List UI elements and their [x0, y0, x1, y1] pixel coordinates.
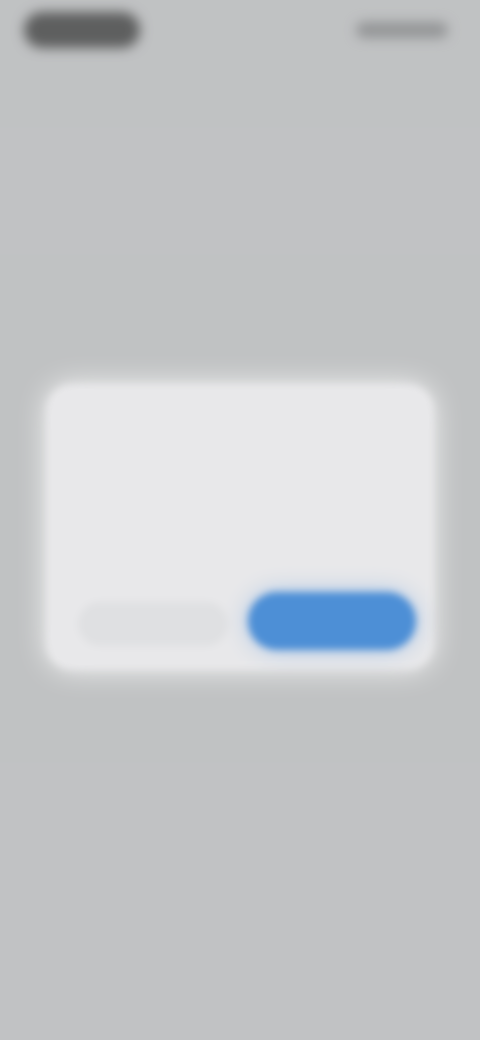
cancel-button[interactable]: [78, 602, 228, 646]
screen: [0, 0, 480, 1040]
confirmation-dialog: [46, 384, 434, 670]
confirm-button[interactable]: [248, 592, 416, 650]
